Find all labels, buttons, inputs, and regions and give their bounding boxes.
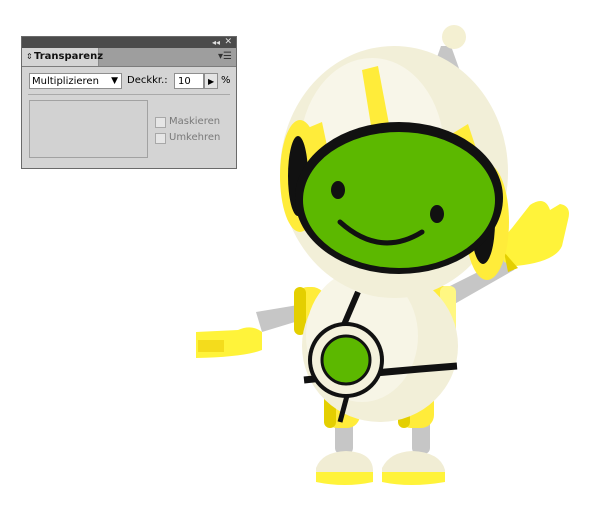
mask-checkbox[interactable] (155, 117, 166, 128)
robot-right-leg (382, 418, 445, 485)
tab-transparency[interactable]: ⇕ Transparenz (22, 48, 103, 66)
object-thumbnail (29, 100, 148, 158)
tab-expand-icon[interactable]: ⇕ (26, 51, 33, 63)
robot-illustration (196, 25, 569, 485)
blend-mode-value: Multiplizieren (32, 76, 99, 87)
opacity-label: Deckkr.: (127, 75, 168, 86)
blend-mode-select[interactable]: Multiplizieren ▼ (29, 73, 122, 89)
robot-head (280, 46, 509, 298)
chevron-down-icon[interactable]: ▼ (111, 75, 118, 88)
invert-checkbox[interactable] (155, 133, 166, 144)
robot-left-arm (196, 304, 308, 358)
robot-left-leg (316, 418, 373, 485)
tab-label: Transparenz (34, 51, 104, 62)
